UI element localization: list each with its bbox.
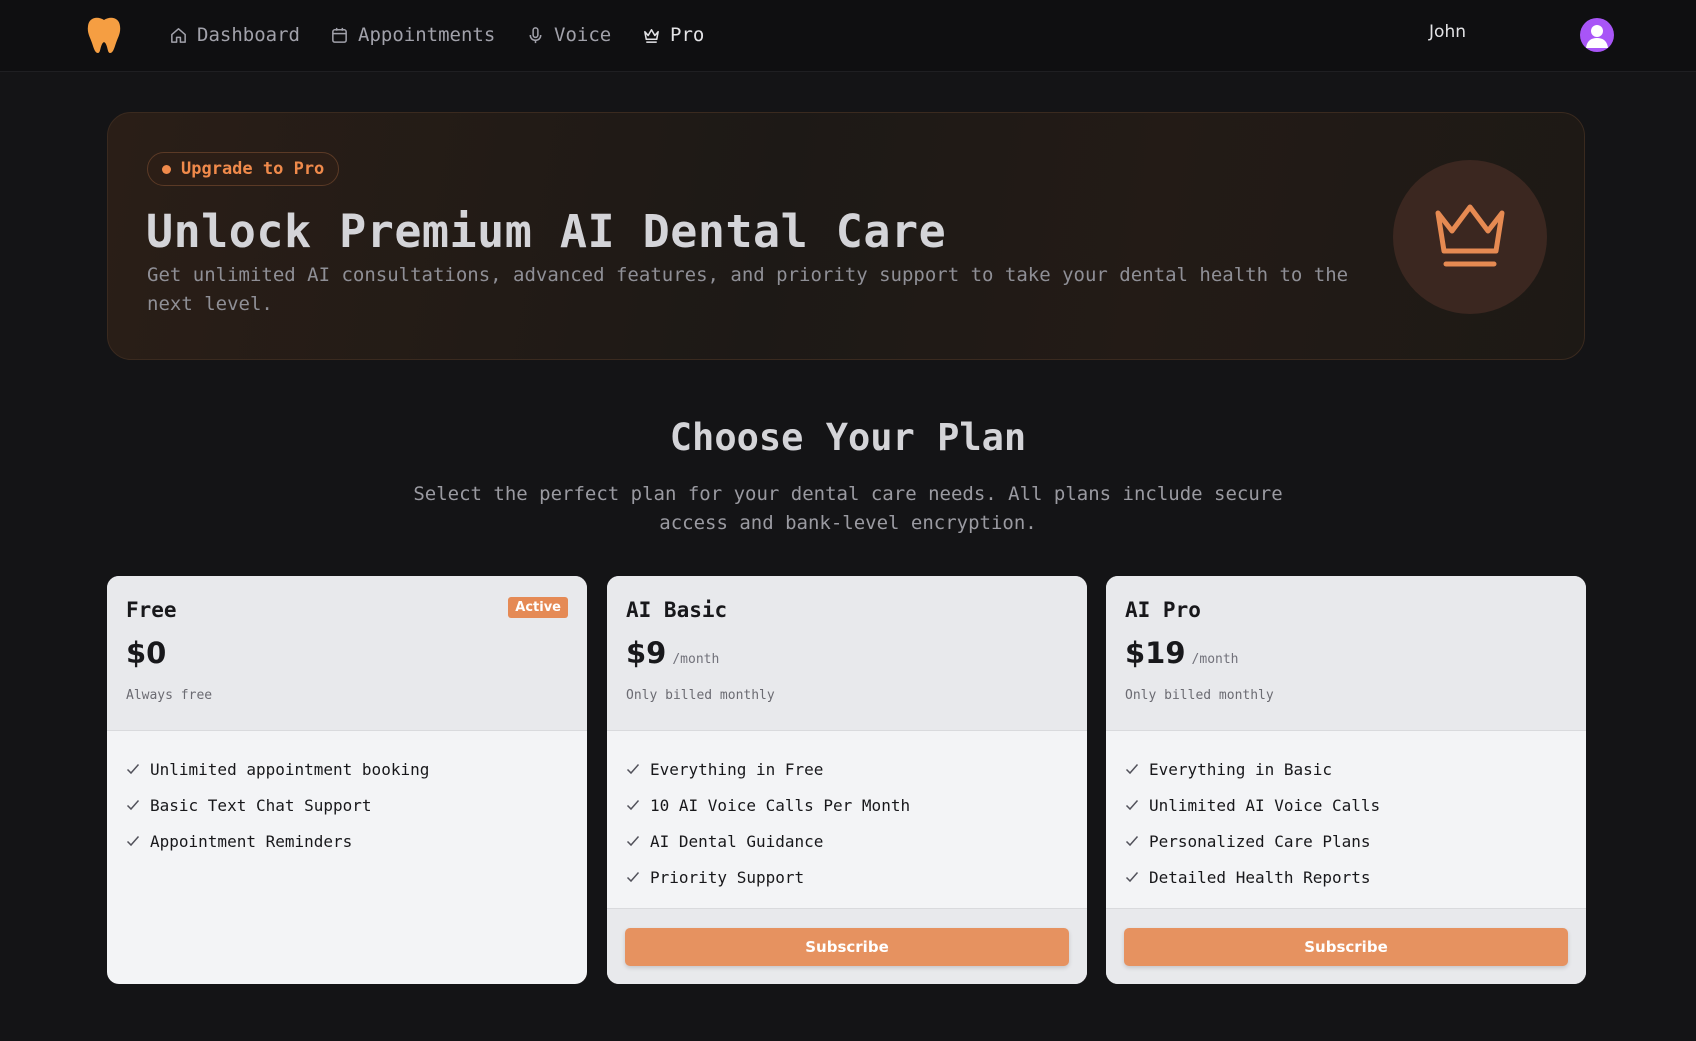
feature-item: Everything in Basic xyxy=(1125,751,1380,787)
nav-dashboard-label: Dashboard xyxy=(197,24,300,46)
nav-pro-label: Pro xyxy=(670,24,705,46)
avatar[interactable] xyxy=(1580,18,1614,52)
plan-card-footer: Subscribe xyxy=(1106,908,1586,984)
check-icon xyxy=(126,836,140,847)
billing-note: Always free xyxy=(126,688,213,703)
hero-title: Unlock Premium AI Dental Care xyxy=(146,205,947,258)
price-amount: $19 xyxy=(1125,636,1186,670)
billing-note: Only billed monthly xyxy=(626,688,775,703)
feature-item: Everything in Free xyxy=(626,751,910,787)
badge-dot xyxy=(162,164,171,174)
feature-item: Priority Support xyxy=(626,859,910,895)
check-icon xyxy=(126,800,140,811)
feature-label: 10 AI Voice Calls Per Month xyxy=(650,795,911,815)
nav-pro[interactable]: Pro xyxy=(642,20,704,50)
check-icon xyxy=(126,764,140,775)
user-avatar-icon xyxy=(1586,25,1608,48)
feature-item: Personalized Care Plans xyxy=(1125,823,1380,859)
check-icon xyxy=(1125,764,1139,775)
active-badge: Active xyxy=(508,597,568,618)
subscribe-button[interactable]: Subscribe xyxy=(1124,928,1568,966)
check-icon xyxy=(1125,800,1139,811)
crown-badge xyxy=(1393,160,1547,314)
plan-card-header: AI Pro $19 /month Only billed monthly xyxy=(1106,576,1586,731)
feature-label: Priority Support xyxy=(650,867,805,887)
billing-note: Only billed monthly xyxy=(1125,688,1274,703)
feature-item: Unlimited appointment booking xyxy=(126,751,429,787)
plan-card-ai-pro: AI Pro $19 /month Only billed monthly Ev… xyxy=(1106,576,1586,984)
plan-name: AI Pro xyxy=(1125,598,1201,622)
check-icon xyxy=(1125,836,1139,847)
plan-card-header: Free Active $0 Always free xyxy=(107,576,587,731)
upgrade-hero-banner: Upgrade to Pro Unlock Premium AI Dental … xyxy=(107,112,1585,360)
crown-icon xyxy=(644,28,659,43)
plans-description: Select the perfect plan for your dental … xyxy=(413,483,1283,534)
check-icon xyxy=(626,764,640,775)
price-period: /month xyxy=(1191,652,1239,667)
top-navbar: Dashboard Appointments Voice Pro John xyxy=(0,0,1696,72)
plan-name: AI Basic xyxy=(626,598,728,622)
upgrade-badge-label: Upgrade to Pro xyxy=(181,159,325,179)
feature-item: Appointment Reminders xyxy=(126,823,429,859)
plan-price: $19 /month xyxy=(1125,636,1239,670)
nav-appointments-label: Appointments xyxy=(358,24,496,46)
subscribe-button[interactable]: Subscribe xyxy=(625,928,1069,966)
feature-list: Unlimited appointment booking Basic Text… xyxy=(126,751,429,859)
user-name: John xyxy=(1429,22,1466,42)
feature-label: Everything in Free xyxy=(650,759,824,779)
feature-item: Unlimited AI Voice Calls xyxy=(1125,787,1380,823)
feature-label: Unlimited appointment booking xyxy=(150,759,430,779)
nav-voice-label: Voice xyxy=(554,24,612,46)
feature-item: Detailed Health Reports xyxy=(1125,859,1380,895)
feature-label: Detailed Health Reports xyxy=(1149,867,1371,887)
check-icon xyxy=(626,800,640,811)
plan-price: $0 xyxy=(126,636,166,670)
home-icon xyxy=(171,27,186,43)
price-period: /month xyxy=(672,652,720,667)
microphone-icon xyxy=(529,26,542,43)
plan-card-header: AI Basic $9 /month Only billed monthly xyxy=(607,576,1087,731)
price-amount: $0 xyxy=(126,636,167,670)
feature-list: Everything in Basic Unlimited AI Voice C… xyxy=(1125,751,1380,895)
nav-appointments[interactable]: Appointments xyxy=(330,20,495,50)
plan-card-free: Free Active $0 Always free Unlimited app… xyxy=(107,576,587,984)
calendar-icon xyxy=(332,27,347,43)
check-icon xyxy=(626,836,640,847)
plan-card-footer: Subscribe xyxy=(607,908,1087,984)
plan-price: $9 /month xyxy=(626,636,719,670)
feature-label: AI Dental Guidance xyxy=(650,831,824,851)
plans-title: Choose Your Plan xyxy=(669,416,1027,459)
upgrade-badge: Upgrade to Pro xyxy=(147,152,340,186)
feature-item: AI Dental Guidance xyxy=(626,823,910,859)
price-amount: $9 xyxy=(626,636,667,670)
plan-card-ai-basic: AI Basic $9 /month Only billed monthly E… xyxy=(607,576,1087,984)
check-icon xyxy=(1125,872,1139,883)
hero-description: Get unlimited AI consultations, advanced… xyxy=(147,264,1349,315)
crown-icon xyxy=(1435,204,1505,267)
feature-label: Unlimited AI Voice Calls xyxy=(1149,795,1381,815)
feature-label: Personalized Care Plans xyxy=(1149,831,1371,851)
check-icon xyxy=(626,872,640,883)
feature-item: 10 AI Voice Calls Per Month xyxy=(626,787,910,823)
plan-name: Free xyxy=(126,598,177,622)
nav-voice[interactable]: Voice xyxy=(526,20,611,50)
nav-dashboard[interactable]: Dashboard xyxy=(169,20,300,50)
tooth-logo-icon[interactable] xyxy=(86,16,122,54)
feature-list: Everything in Free 10 AI Voice Calls Per… xyxy=(626,751,910,895)
feature-item: Basic Text Chat Support xyxy=(126,787,429,823)
feature-label: Everything in Basic xyxy=(1149,759,1333,779)
feature-label: Basic Text Chat Support xyxy=(150,795,372,815)
feature-label: Appointment Reminders xyxy=(150,831,353,851)
